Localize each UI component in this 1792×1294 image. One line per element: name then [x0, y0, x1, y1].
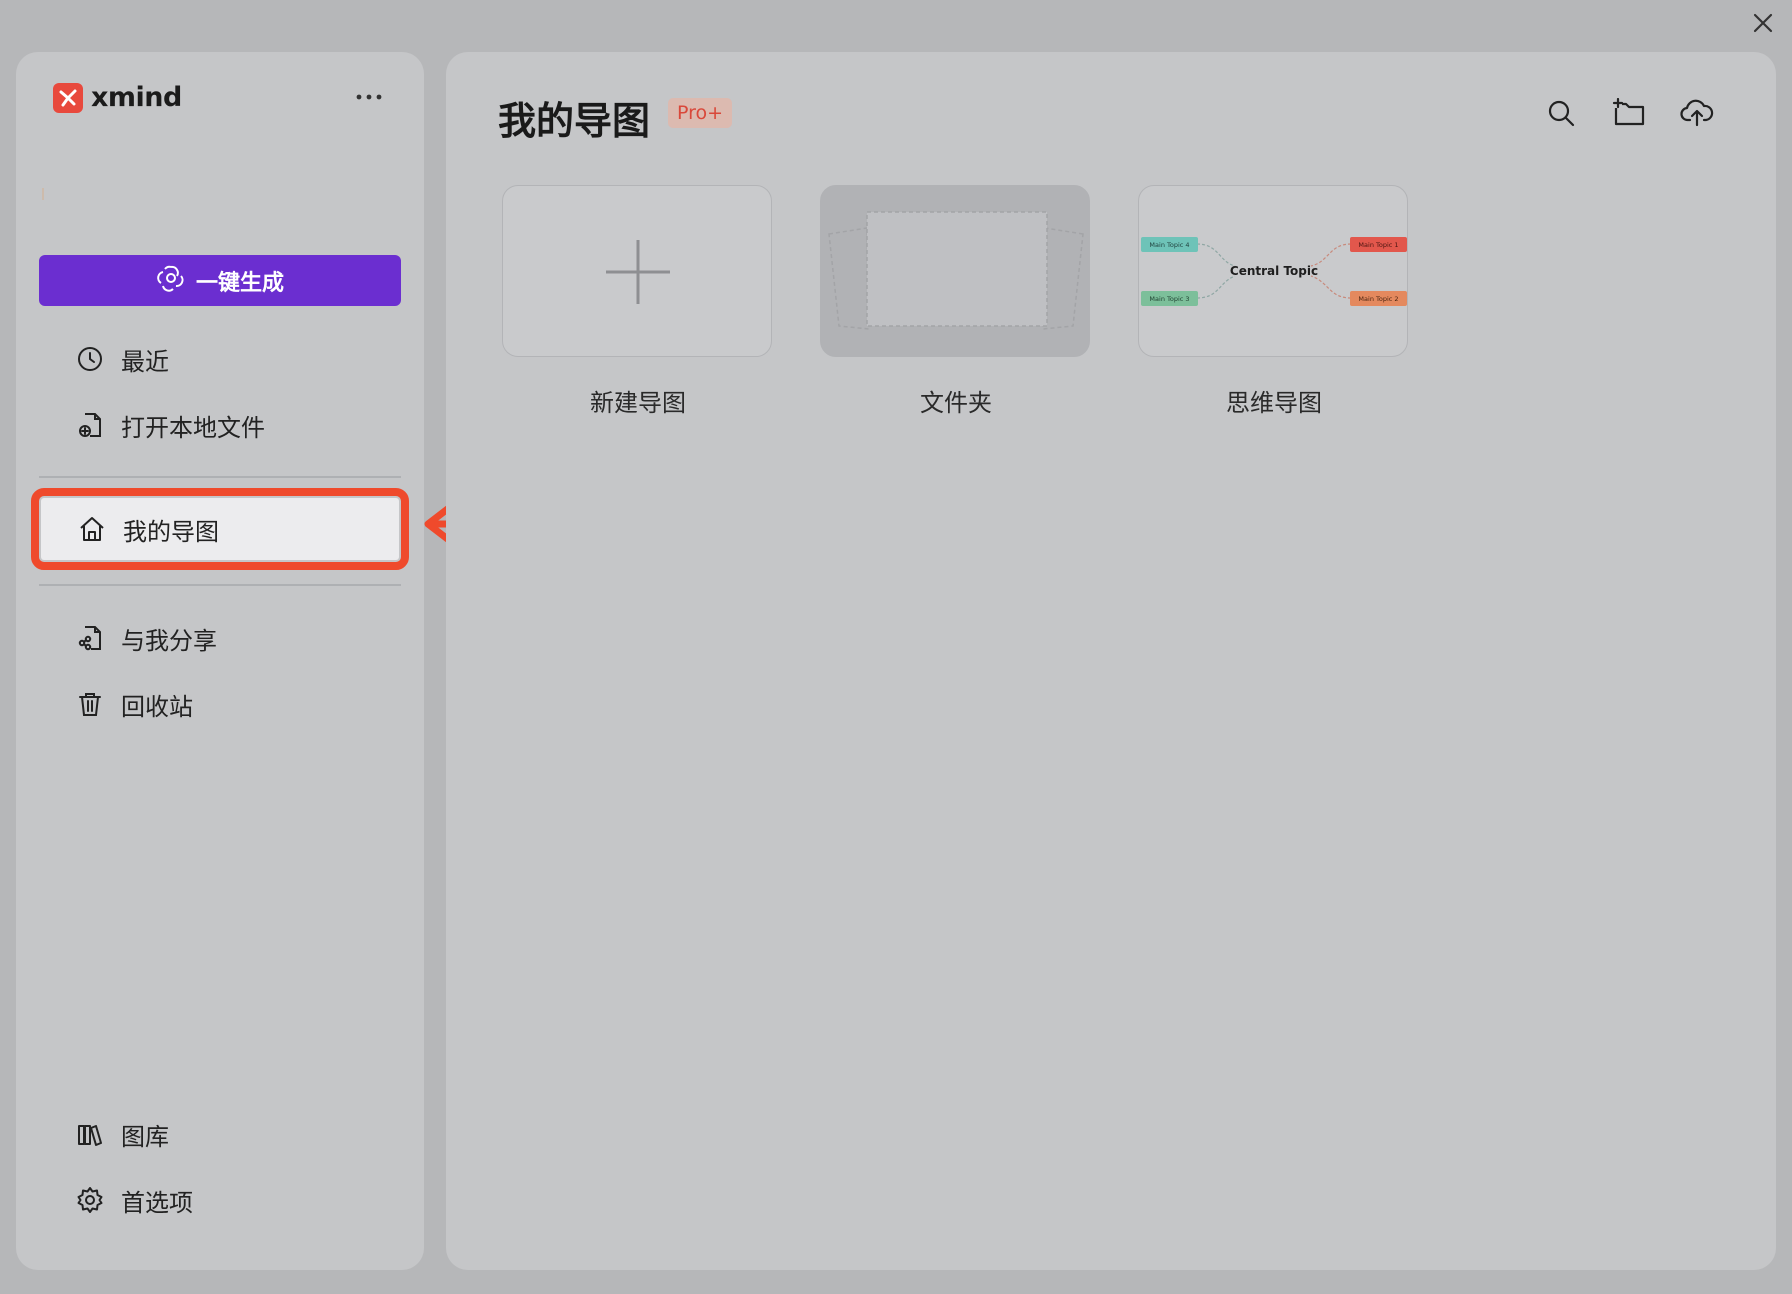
divider: [39, 476, 401, 478]
mindmap-tile[interactable]: Main Topic 4 Main Topic 3 Main Topic 1 M…: [1138, 185, 1408, 357]
trash-icon: [75, 689, 105, 719]
divider: [39, 584, 401, 586]
topic-label: Main Topic 1: [1358, 241, 1398, 249]
sidebar-item-shared[interactable]: 与我分享: [39, 610, 401, 666]
sidebar-item-label: 回收站: [121, 692, 193, 721]
main-panel: 我的导图 Pro+ 新建导图 文件夹 Main Topic 4 Main Top…: [446, 52, 1776, 1270]
card-label: 新建导图: [590, 389, 686, 417]
tiny-mark: [42, 188, 44, 200]
brand: xmind: [53, 82, 182, 113]
brand-name: xmind: [91, 82, 182, 113]
card-label: 文件夹: [920, 389, 992, 417]
new-map-tile[interactable]: [502, 185, 772, 357]
sidebar-item-my-maps[interactable]: 我的导图: [31, 488, 409, 570]
gear-icon: [75, 1185, 105, 1215]
close-icon[interactable]: [1748, 8, 1778, 38]
mindmap-preview: Main Topic 4 Main Topic 3 Main Topic 1 M…: [1141, 237, 1407, 306]
ai-generate-button[interactable]: 一键生成: [39, 255, 401, 306]
more-options-icon[interactable]: [352, 82, 386, 112]
sidebar-item-label: 首选项: [121, 1188, 193, 1217]
toolbar: [1542, 94, 1716, 132]
sidebar: xmind 一键生成 最近 打开本地文件 我的导图 与我分享 回收站 图库 首选…: [16, 52, 424, 1270]
new-folder-icon[interactable]: [1610, 94, 1648, 132]
clock-icon: [75, 344, 105, 374]
sidebar-item-label: 最近: [121, 347, 169, 376]
sidebar-item-label: 我的导图: [123, 517, 219, 546]
pro-badge[interactable]: Pro+: [668, 98, 733, 128]
xmind-logo-icon: [53, 82, 83, 113]
sidebar-item-library[interactable]: 图库: [39, 1106, 401, 1162]
folder-tile[interactable]: [820, 185, 1090, 357]
sidebar-item-label: 图库: [121, 1122, 169, 1151]
card-mindmap[interactable]: Main Topic 4 Main Topic 3 Main Topic 1 M…: [1138, 185, 1410, 418]
topic-label: Main Topic 2: [1358, 295, 1398, 303]
search-icon[interactable]: [1542, 94, 1580, 132]
ai-generate-label: 一键生成: [195, 270, 284, 296]
topic-label: Main Topic 4: [1149, 241, 1189, 249]
card-label: 思维导图: [1226, 389, 1322, 417]
sidebar-item-label: 与我分享: [121, 626, 217, 655]
card-new-map[interactable]: 新建导图: [502, 185, 774, 418]
sidebar-item-label: 打开本地文件: [121, 413, 265, 442]
page-title: 我的导图: [498, 99, 651, 143]
sidebar-item-recent[interactable]: 最近: [39, 331, 401, 387]
cloud-upload-icon[interactable]: [1678, 94, 1716, 132]
sidebar-item-preferences[interactable]: 首选项: [39, 1172, 401, 1228]
topic-label: Main Topic 3: [1149, 295, 1189, 303]
shared-file-icon: [75, 623, 105, 653]
folder-preview-icon: [828, 211, 1084, 330]
library-icon: [75, 1119, 105, 1149]
central-topic-label: Central Topic: [1230, 264, 1318, 278]
sidebar-item-open-local[interactable]: 打开本地文件: [39, 397, 401, 453]
card-folder[interactable]: 文件夹: [820, 185, 1092, 418]
ai-sparkle-icon: [156, 263, 186, 299]
sidebar-item-trash[interactable]: 回收站: [39, 676, 401, 732]
open-file-icon: [75, 410, 105, 440]
plus-icon: [606, 240, 670, 304]
home-icon: [77, 514, 107, 544]
